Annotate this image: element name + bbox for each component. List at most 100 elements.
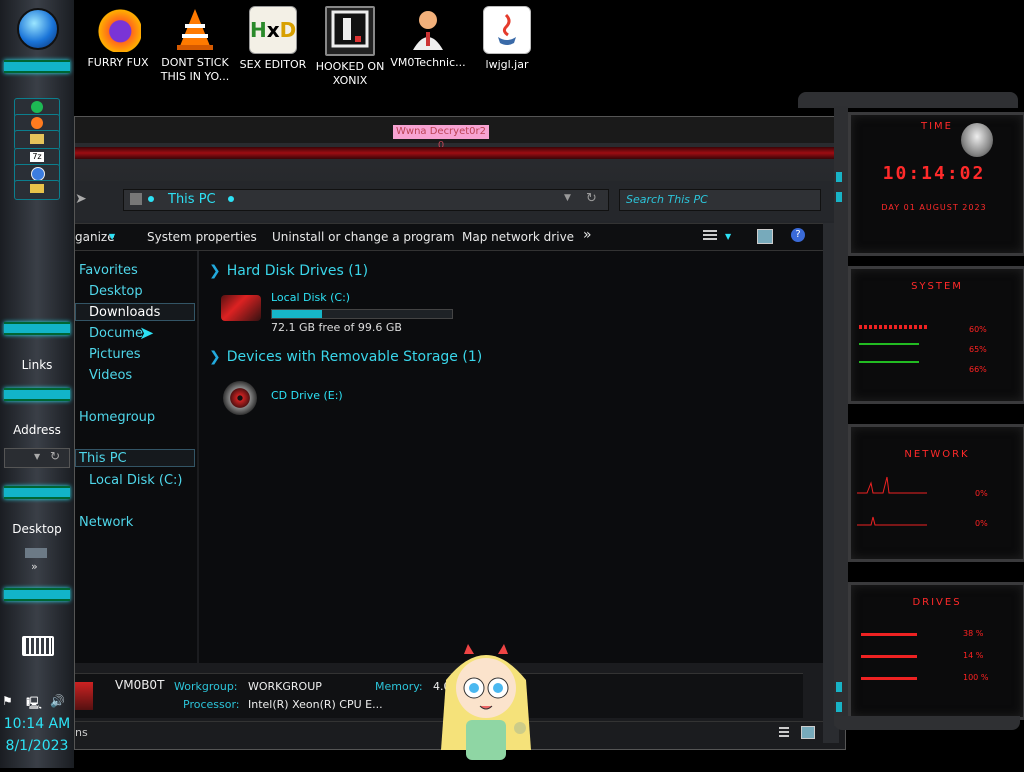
memory-label: Memory: (375, 680, 423, 693)
desktop-icon-hxd[interactable]: HxD SEX EDITOR (233, 6, 313, 72)
drive-free-space: 72.1 GB free of 99.6 GB (271, 321, 402, 334)
alienware-logo (961, 123, 993, 157)
time-gadget[interactable]: TIME 10:14:02 DAY 01 AUGUST 2023 (848, 112, 1024, 256)
nav-pictures[interactable]: Pictures (89, 347, 140, 362)
game-icon (325, 6, 375, 56)
command-bar: ganize ▼ System properties Uninstall or … (75, 223, 823, 251)
details-view-icon[interactable] (779, 727, 789, 737)
drive-item-c[interactable]: Local Disk (C:) 72.1 GB free of 99.6 GB (219, 287, 459, 334)
drive-capacity-fill (272, 310, 323, 318)
processor-label: Processor: (183, 698, 240, 711)
memory-graph-line (859, 361, 919, 363)
taskbar-divider (4, 322, 70, 335)
processor-value: Intel(R) Xeon(R) CPU E... (248, 698, 383, 711)
address-toolbar-label[interactable]: Address (0, 423, 74, 437)
workgroup-value: WORKGROUP (248, 680, 322, 693)
drive-name: CD Drive (E:) (271, 389, 343, 402)
desktop-icon-label: FURRY FUX (87, 56, 149, 69)
drive-value-1: 38 % (963, 629, 984, 638)
desktop-icon-xonix[interactable]: HOOKED ON XONIX (310, 6, 390, 88)
network-value-2: 0% (975, 519, 988, 528)
search-box[interactable]: Search This PC (619, 189, 821, 211)
chevron-down-icon[interactable]: ▼ (34, 452, 40, 461)
address-text: This PC (168, 192, 216, 207)
system-properties-button[interactable]: System properties (147, 230, 257, 244)
nav-desktop[interactable]: Desktop (89, 284, 143, 299)
taskbar-divider (4, 486, 70, 499)
back-arrow-icon[interactable]: ➤ (75, 191, 87, 207)
desktop-icon-label: SEX EDITOR (239, 58, 307, 71)
chevron-down-icon[interactable]: ▼ (725, 232, 731, 241)
desktop-toolbar-label[interactable]: Desktop (0, 522, 74, 536)
network-gadget[interactable]: NETWORK 0% 0% (848, 424, 1024, 562)
drive-item-e[interactable]: CD Drive (E:) (223, 379, 423, 419)
drive-name: Local Disk (C:) (271, 291, 351, 304)
firefox-icon (31, 117, 43, 129)
nav-downloads[interactable]: Downloads (89, 305, 160, 320)
nav-local-disk[interactable]: Local Disk (C:) (89, 473, 182, 488)
desktop-icon-firefox[interactable]: FURRY FUX (78, 6, 158, 70)
taskbar-explorer[interactable] (14, 130, 60, 150)
navigation-pane: Favorites Desktop Downloads Docume ➤ Pic… (75, 251, 197, 663)
chevron-down-icon[interactable]: ▼ (109, 232, 115, 241)
desktop-icon-lwjgl[interactable]: lwjgl.jar (467, 6, 547, 72)
links-toolbar-label[interactable]: Links (0, 358, 74, 372)
gadget-frame-bottom (834, 716, 1020, 730)
cd-drive-icon (223, 381, 257, 415)
chrome-icon (31, 167, 45, 181)
refresh-icon[interactable]: ↻ (50, 449, 60, 463)
cpu-graph-line (859, 343, 919, 345)
group-title: Devices with Removable Storage (1) (226, 349, 483, 365)
view-options-icon[interactable] (703, 230, 717, 242)
tray-clock-time[interactable]: 10:14 AM (0, 716, 74, 732)
refresh-icon[interactable]: ↻ (586, 191, 597, 206)
action-center-flag-icon[interactable]: ⚑ (2, 694, 13, 708)
window-title: Wwna Decryet0r2 0 (393, 125, 489, 151)
more-commands-button[interactable]: » (583, 227, 592, 243)
start-orb-button[interactable] (17, 8, 59, 50)
system-gadget[interactable]: SYSTEM 60% 65% 66% (848, 266, 1024, 404)
desktop-icon-vm0technic[interactable]: VM0Technic... (388, 6, 468, 70)
nav-homegroup[interactable]: Homegroup (79, 410, 155, 425)
preview-pane-icon[interactable] (757, 229, 773, 244)
drive-value-2: 14 % (963, 651, 984, 660)
map-network-drive-button[interactable]: Map network drive (462, 230, 574, 244)
desktop-icon-label: VM0Technic... (390, 56, 466, 69)
touch-keyboard-icon[interactable] (22, 636, 54, 656)
drive-bar-3 (861, 677, 917, 680)
network-graph (857, 476, 927, 526)
status-text: ns (75, 726, 88, 739)
drive-bar-1 (861, 633, 917, 636)
volume-icon[interactable]: 🔊 (50, 694, 65, 708)
system-gadget-title: SYSTEM (911, 281, 963, 292)
network-value-1: 0% (975, 489, 988, 498)
network-tray-icon[interactable]: 🖳 (26, 694, 42, 715)
taskbar-mail[interactable] (14, 180, 60, 200)
chevron-down-icon: ❯ (209, 349, 221, 365)
desktop-toolbar-icon[interactable] (25, 548, 47, 558)
address-separator-dot (228, 196, 234, 202)
nav-videos[interactable]: Videos (89, 368, 132, 383)
computer-icon (75, 682, 93, 710)
nav-favorites[interactable]: Favorites (79, 263, 138, 278)
address-bar[interactable]: This PC ▼ ↻ (123, 189, 609, 211)
time-gadget-title: TIME (920, 121, 953, 132)
chevron-double-down-icon[interactable]: » (31, 560, 38, 573)
group-hard-disk-drives[interactable]: ❯ Hard Disk Drives (1) (209, 263, 368, 279)
group-removable-storage[interactable]: ❯ Devices with Removable Storage (1) (209, 349, 482, 365)
nav-this-pc[interactable]: This PC (79, 451, 127, 466)
drive-value-3: 100 % (963, 673, 989, 682)
nav-documents[interactable]: Docume (89, 326, 143, 341)
mouse-cursor-icon: ➤ (139, 323, 155, 344)
uninstall-program-button[interactable]: Uninstall or change a program (272, 230, 455, 244)
drives-gadget[interactable]: DRIVES 38 % 14 % 100 % (848, 582, 1024, 720)
chevron-down-icon[interactable]: ▼ (564, 193, 571, 203)
tray-clock-date[interactable]: 8/1/2023 (0, 738, 74, 754)
taskbar-divider (4, 388, 70, 401)
chevron-down-icon: ❯ (209, 263, 221, 279)
system-value-3: 66% (969, 365, 987, 374)
window-accent-stripe (75, 147, 845, 159)
nav-network[interactable]: Network (79, 515, 133, 530)
cartoon-character-sticker (436, 640, 536, 768)
desktop-icon-vlc[interactable]: DONT STICK THIS IN YO... (155, 6, 235, 84)
